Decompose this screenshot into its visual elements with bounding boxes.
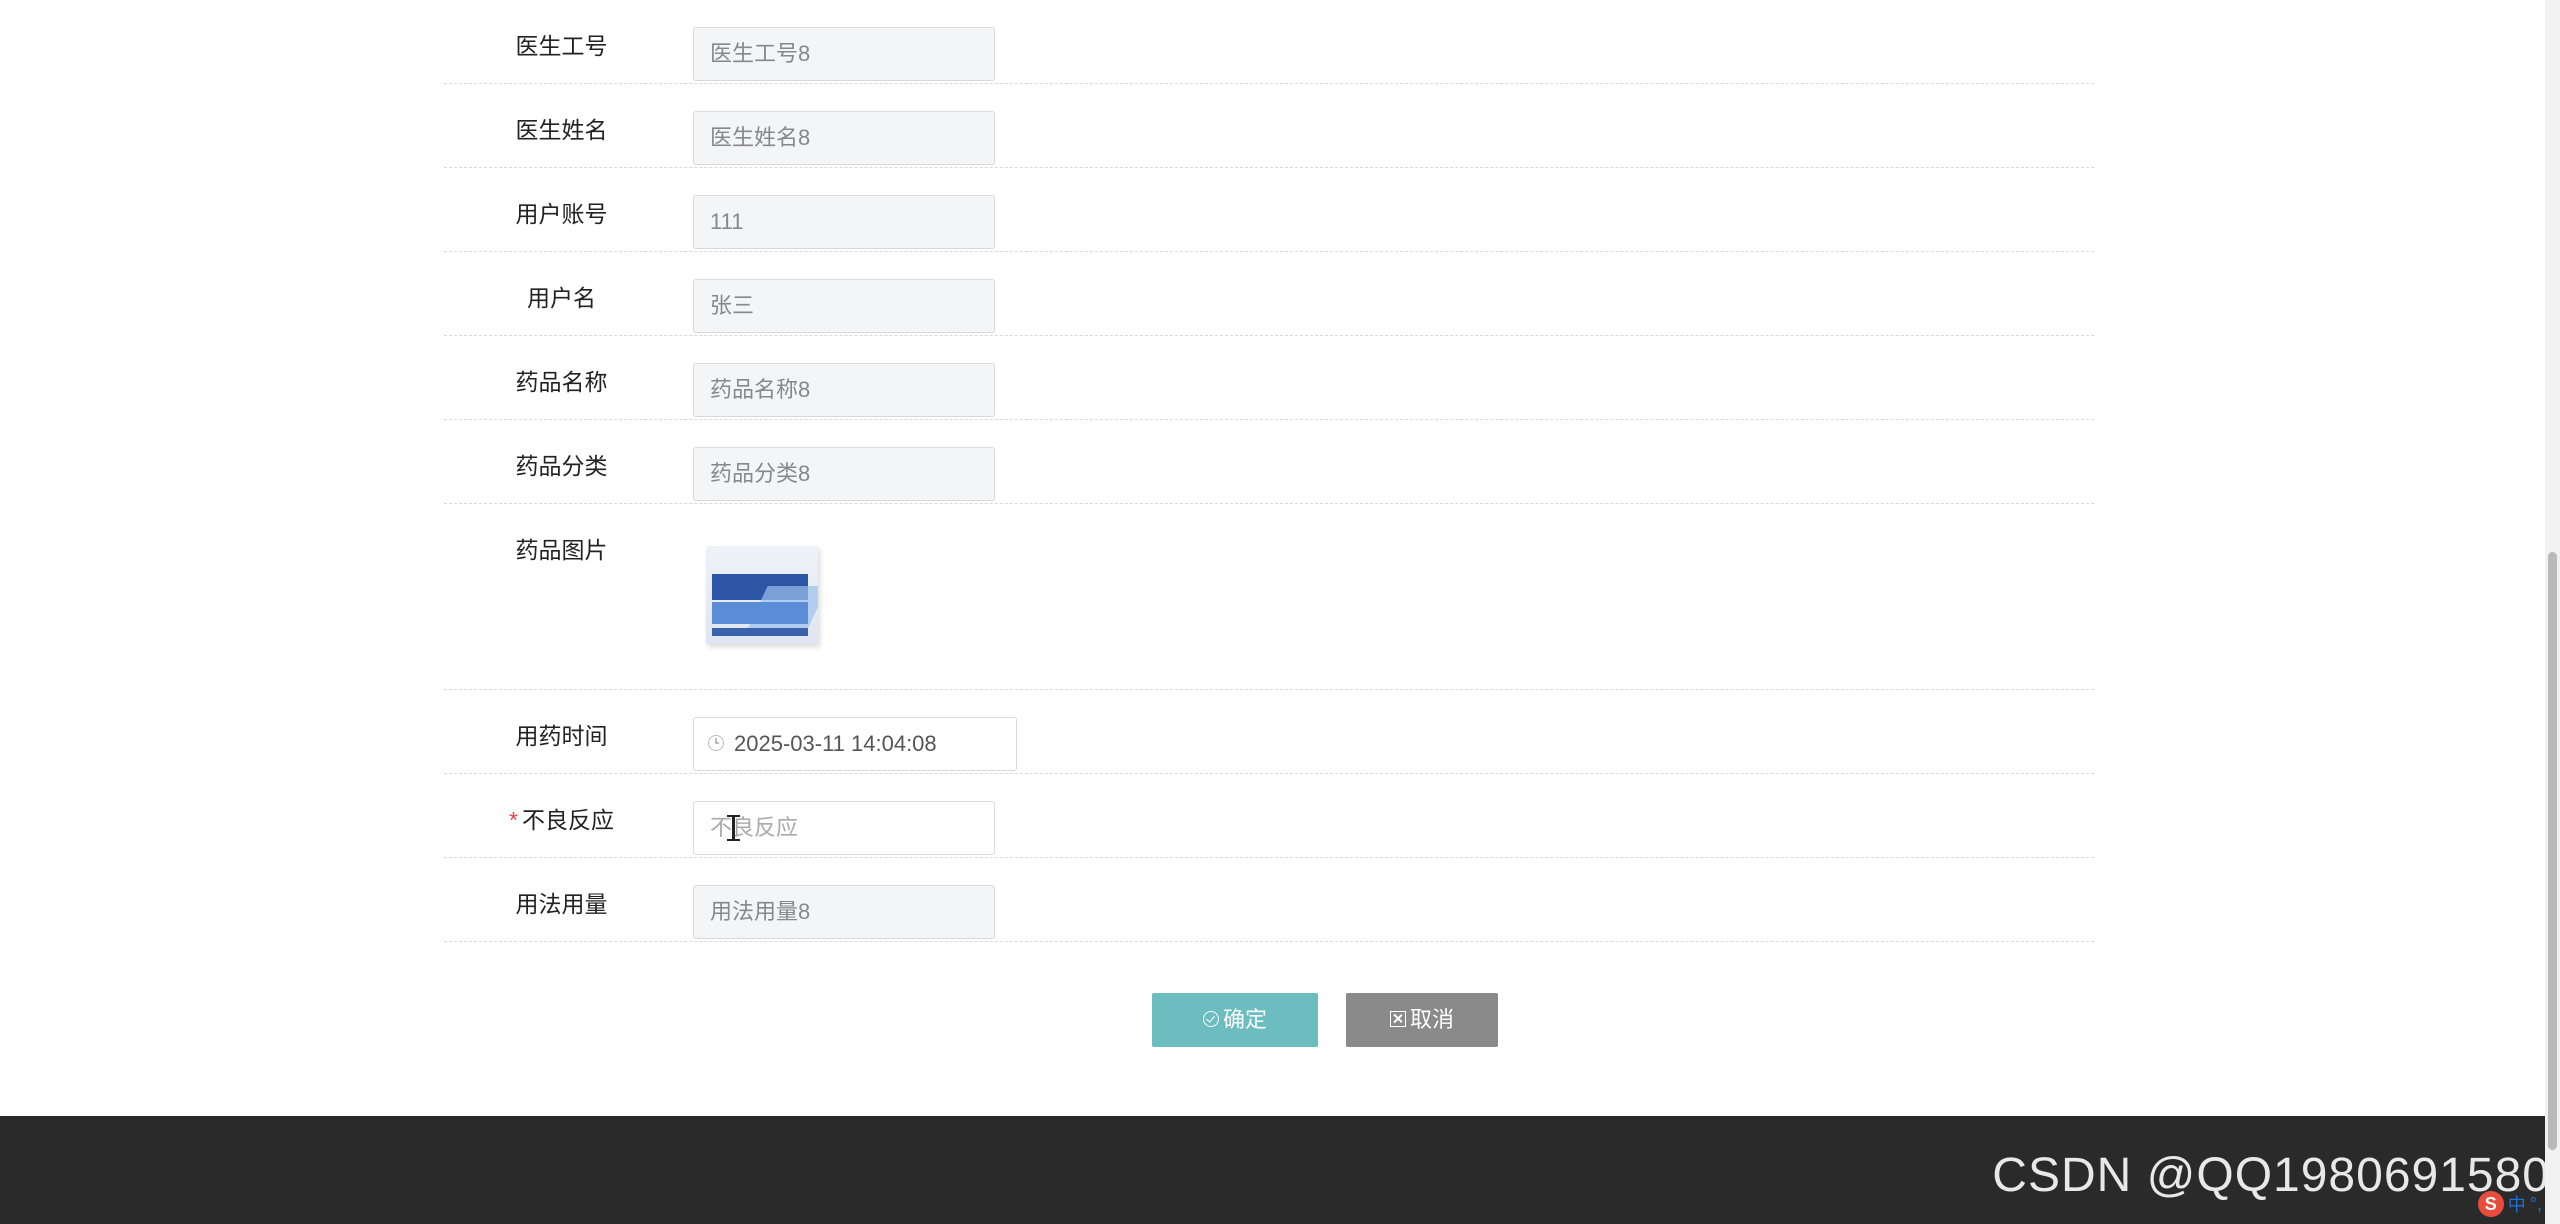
drug-name-label: 药品名称 — [515, 369, 608, 395]
form-row-adverse-reaction: * 不良反应 不良反应 — [444, 774, 2094, 858]
usage-dosage-label: 用法用量 — [515, 891, 608, 917]
form-row-username: 用户名 张三 — [444, 252, 2094, 336]
form-row-doctor-id: 医生工号 医生工号8 — [444, 0, 2094, 84]
clock-icon — [708, 735, 724, 752]
drug-name-field[interactable]: 药品名称8 — [693, 363, 995, 417]
close-square-icon — [1389, 1011, 1406, 1028]
doctor-name-label: 医生姓名 — [515, 117, 608, 143]
drug-image[interactable] — [706, 546, 818, 644]
username-field[interactable]: 张三 — [693, 279, 995, 333]
drug-reaction-form: 医生工号 医生工号8 医生姓名 医生姓名8 用户账号 111 用户名 张三 药品… — [444, 0, 2094, 942]
doctor-id-field[interactable]: 医生工号8 — [693, 27, 995, 81]
cancel-button[interactable]: 取消 — [1346, 993, 1498, 1047]
scrollbar-thumb[interactable] — [2548, 552, 2557, 1150]
username-label: 用户名 — [527, 285, 596, 311]
user-account-label: 用户账号 — [515, 201, 608, 227]
form-row-drug-image: 药品图片 — [444, 504, 2094, 690]
ime-mode: °, — [2529, 1193, 2542, 1214]
form-row-drug-category: 药品分类 药品分类8 — [444, 420, 2094, 504]
form-row-drug-name: 药品名称 药品名称8 — [444, 336, 2094, 420]
medication-time-value: 2025-03-11 14:04:08 — [734, 731, 937, 756]
check-circle-icon — [1202, 1011, 1219, 1028]
confirm-button[interactable]: 确定 — [1152, 993, 1318, 1047]
required-mark: * — [509, 807, 518, 833]
doctor-name-field[interactable]: 医生姓名8 — [693, 111, 995, 165]
doctor-id-label: 医生工号 — [515, 33, 608, 59]
ime-indicator[interactable]: S 中 °, — [2477, 1190, 2542, 1218]
watermark: CSDN @QQ1980691580 — [1992, 1149, 2550, 1202]
user-account-field[interactable]: 111 — [693, 195, 995, 249]
adverse-reaction-label: * 不良反应 — [509, 807, 614, 833]
ime-language: 中 — [2507, 1195, 2526, 1215]
form-row-doctor-name: 医生姓名 医生姓名8 — [444, 84, 2094, 168]
text-cursor-icon — [727, 815, 740, 841]
usage-dosage-field[interactable]: 用法用量8 — [693, 885, 995, 939]
drug-category-label: 药品分类 — [515, 453, 608, 479]
form-row-usage-dosage: 用法用量 用法用量8 — [444, 858, 2094, 942]
vertical-scrollbar[interactable] — [2545, 0, 2560, 1224]
sogou-logo-icon: S — [2477, 1191, 2504, 1217]
form-row-user-account: 用户账号 111 — [444, 168, 2094, 252]
adverse-reaction-placeholder: 不良反应 — [710, 815, 799, 840]
adverse-reaction-input[interactable]: 不良反应 — [693, 801, 995, 855]
medication-time-picker[interactable]: 2025-03-11 14:04:08 — [693, 717, 1017, 771]
form-row-medication-time: 用药时间 2025-03-11 14:04:08 — [444, 690, 2094, 774]
medication-time-label: 用药时间 — [515, 723, 608, 749]
drug-category-field[interactable]: 药品分类8 — [693, 447, 995, 501]
drug-image-label: 药品图片 — [515, 537, 608, 563]
